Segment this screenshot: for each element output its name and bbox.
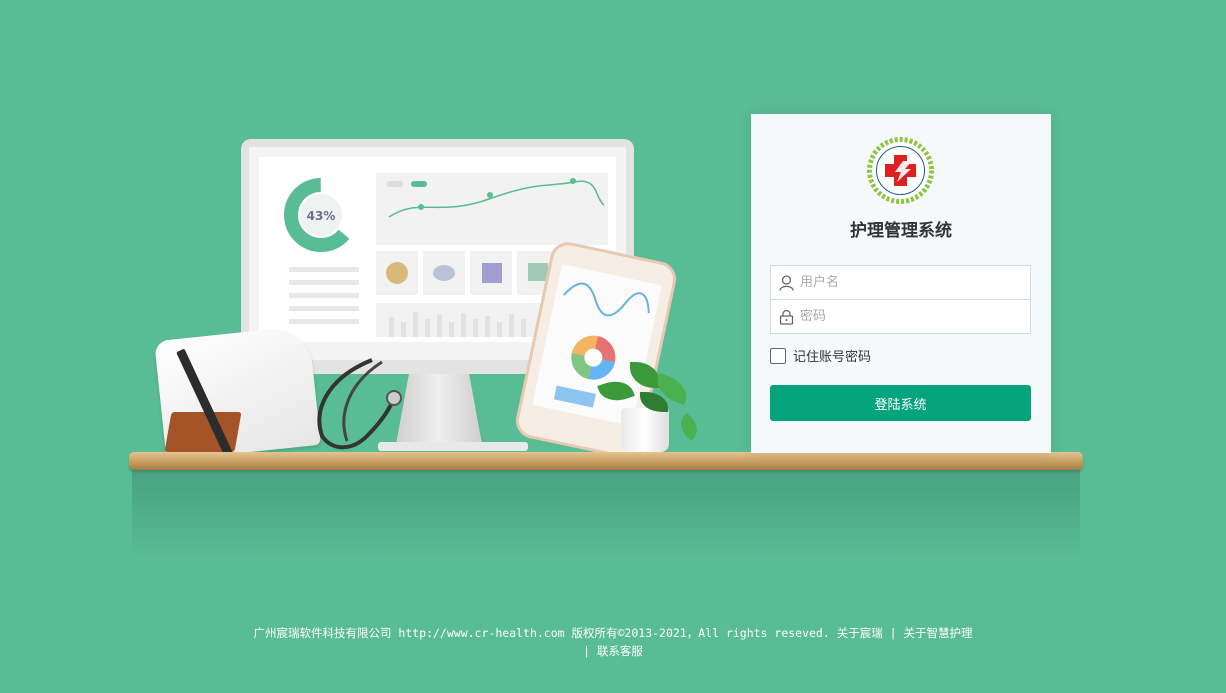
shelf	[129, 452, 1083, 470]
footer-line-1: 广州宸瑞软件科技有限公司 http://www.cr-health.com 版权…	[0, 624, 1226, 642]
system-title: 护理管理系统	[850, 221, 952, 241]
user-icon	[779, 274, 794, 291]
footer-separator: |	[889, 626, 897, 640]
footer-link-about-nursing[interactable]: 关于智慧护理	[904, 626, 973, 640]
password-field[interactable]	[770, 299, 1031, 334]
monitor-stand	[396, 374, 482, 444]
login-button[interactable]: 登陆系统	[770, 385, 1031, 421]
footer-link-contact[interactable]: 联系客服	[597, 644, 643, 658]
shelf-shadow	[132, 468, 1080, 558]
plant-pot	[621, 408, 669, 452]
hospital-logo	[867, 137, 934, 204]
footer: 广州宸瑞软件科技有限公司 http://www.cr-health.com 版权…	[0, 624, 1226, 660]
remember-label: 记住账号密码	[793, 350, 872, 365]
footer-copyright: 版权所有©2013-2021，All rights reseved.	[571, 626, 830, 640]
footer-link-about-company[interactable]: 关于宸瑞	[837, 626, 883, 640]
progress-label: 43%	[307, 209, 336, 223]
password-input[interactable]	[800, 309, 1020, 324]
footer-url: http://www.cr-health.com	[398, 626, 565, 640]
username-input[interactable]	[800, 275, 1020, 290]
remember-checkbox[interactable]	[770, 347, 786, 364]
lock-icon	[779, 309, 794, 325]
plant-leaf	[674, 413, 704, 441]
login-card: 护理管理系统 记住账号密码 登陆系统	[751, 114, 1051, 453]
footer-company: 广州宸瑞软件科技有限公司	[253, 626, 392, 640]
remember-me[interactable]: 记住账号密码	[770, 346, 871, 365]
hospital-logo-icon	[867, 137, 934, 204]
footer-separator: |	[583, 644, 590, 658]
username-field[interactable]	[770, 265, 1031, 300]
stethoscope-illustration	[317, 358, 402, 450]
footer-line-2: | 联系客服	[0, 642, 1226, 660]
